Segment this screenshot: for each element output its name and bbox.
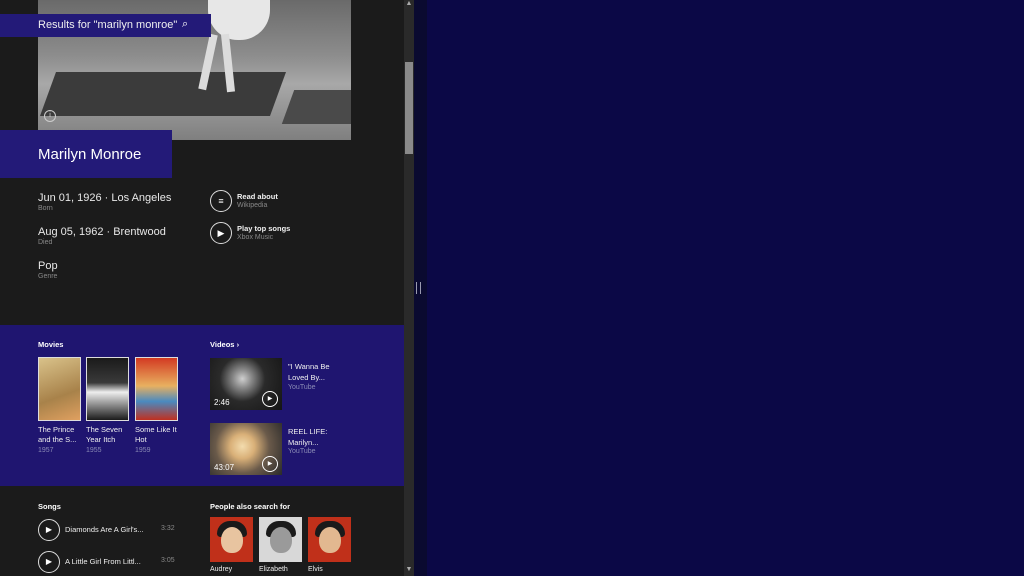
movie-year: 1955: [86, 447, 102, 454]
splitter-grip-icon[interactable]: [416, 282, 421, 294]
article-icon: ≡: [210, 190, 232, 212]
photo-dress: [208, 0, 270, 40]
chevron-right-icon: ›: [236, 340, 240, 349]
videos-heading-label: Videos: [210, 340, 235, 349]
videos-heading[interactable]: Videos ›: [210, 340, 239, 349]
play-icon[interactable]: ▶: [38, 519, 60, 541]
video-thumbnail[interactable]: 43:07 ▶: [210, 423, 282, 475]
movie-year: 1959: [135, 447, 151, 454]
action-source: Wikipedia: [237, 202, 268, 209]
person-name[interactable]: Elvis: [308, 566, 323, 573]
person-face: [270, 527, 292, 553]
info-icon[interactable]: i: [44, 110, 56, 122]
search-icon[interactable]: ⌕: [182, 18, 188, 31]
song-duration: 3:32: [161, 525, 175, 532]
search-query-bar[interactable]: Results for "marilyn monroe" ⌕: [0, 14, 211, 37]
search-results-pane: i Results for "marilyn monroe" ⌕ Marilyn…: [0, 0, 404, 576]
photo-pavement: [281, 90, 351, 124]
fact-value: Jun 01, 1926 · Los Angeles: [38, 192, 172, 204]
fact-genre: Pop Genre: [38, 260, 58, 280]
video-title[interactable]: REEL LIFE: Marilyn...: [288, 426, 348, 448]
movie-poster[interactable]: [38, 357, 81, 421]
video-thumbnail[interactable]: 2:46 ▶: [210, 358, 282, 410]
person-thumbnail[interactable]: [259, 517, 302, 562]
fact-label: Died: [38, 239, 53, 246]
people-heading: People also search for: [210, 502, 291, 511]
action-title: Read about: [237, 192, 278, 201]
video-title[interactable]: "I Wanna Be Loved By...: [288, 361, 348, 383]
song-title: A Little Girl From Littl...: [65, 557, 141, 566]
song-row[interactable]: ▶ Diamonds Are A Girl's... 3:32: [38, 519, 178, 541]
action-source: Xbox Music: [237, 234, 274, 241]
search-query-label: Results for "marilyn monroe": [38, 19, 178, 31]
fact-label: Genre: [38, 273, 58, 280]
song-row[interactable]: ▶ A Little Girl From Littl... 3:05: [38, 551, 178, 573]
play-icon: ▶: [262, 391, 278, 407]
photo-street-grate: [39, 72, 287, 116]
video-source: YouTube: [288, 448, 316, 455]
person-thumbnail[interactable]: [210, 517, 253, 562]
person-face: [319, 527, 341, 553]
person-name[interactable]: Elizabeth: [259, 566, 288, 573]
movie-title[interactable]: Some Like It Hot: [135, 425, 183, 445]
movie-poster[interactable]: [86, 357, 129, 421]
movie-poster[interactable]: [135, 357, 178, 421]
entity-name: Marilyn Monroe: [38, 146, 142, 163]
video-duration: 43:07: [214, 463, 235, 472]
person-name[interactable]: Audrey: [210, 566, 232, 573]
songs-heading: Songs: [38, 502, 61, 511]
movie-title[interactable]: The Prince and the S...: [38, 425, 86, 445]
video-duration: 2:46: [214, 398, 230, 407]
movie-title[interactable]: The Seven Year Itch: [86, 425, 134, 445]
fact-value: Pop: [38, 260, 58, 272]
song-duration: 3:05: [161, 557, 175, 564]
person-thumbnail[interactable]: [308, 517, 351, 562]
entity-title-box: Marilyn Monroe: [0, 130, 172, 178]
read-about-button[interactable]: ≡ Read about Wikipedia: [210, 190, 330, 214]
play-icon: ▶: [210, 222, 232, 244]
movies-heading: Movies: [38, 340, 64, 349]
movie-year: 1957: [38, 447, 54, 454]
action-title: Play top songs: [237, 224, 291, 233]
scrollbar-thumb[interactable]: [405, 62, 413, 154]
fact-born: Jun 01, 1926 · Los Angeles Born: [38, 192, 171, 212]
video-source: YouTube: [288, 384, 316, 391]
scroll-up-arrow[interactable]: ▲: [405, 0, 413, 8]
person-face: [221, 527, 243, 553]
start-screen-pane: [427, 0, 1024, 576]
song-title: Diamonds Are A Girl's...: [65, 525, 144, 534]
play-icon: ▶: [262, 456, 278, 472]
fact-died: Aug 05, 1962 · Brentwood Died: [38, 226, 166, 246]
play-top-songs-button[interactable]: ▶ Play top songs Xbox Music: [210, 222, 330, 246]
scroll-down-arrow[interactable]: ▼: [405, 566, 413, 574]
fact-label: Born: [38, 205, 53, 212]
fact-value: Aug 05, 1962 · Brentwood: [38, 226, 166, 238]
play-icon[interactable]: ▶: [38, 551, 60, 573]
